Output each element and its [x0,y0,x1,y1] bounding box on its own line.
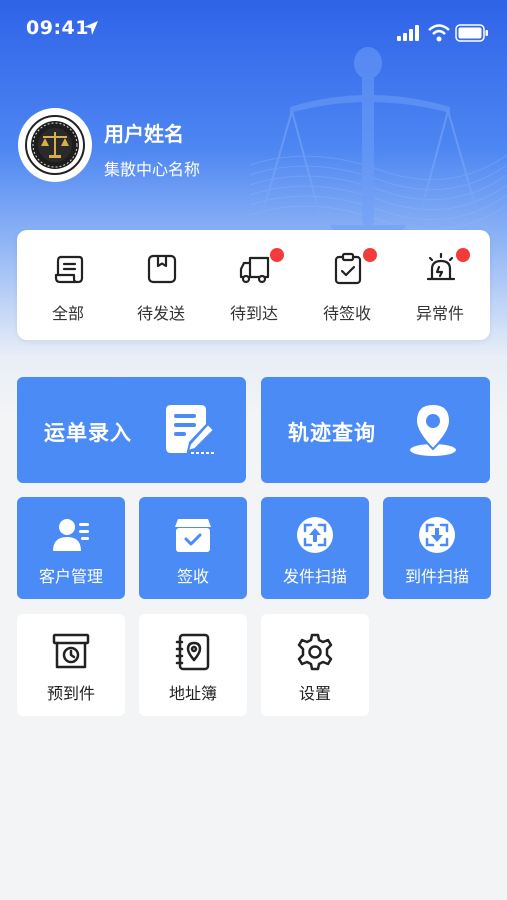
customer-icon [53,519,89,551]
tile-label: 发件扫描 [282,567,347,586]
status-time: 09:41 [26,17,89,39]
law-badge-icon [25,115,85,175]
header-background [0,0,507,420]
battery-icon [455,24,488,42]
status-tab-label: 全部 [51,304,84,323]
address-book-button[interactable]: 地址簿 [139,614,247,716]
gear-icon [297,633,333,671]
status-tab-all[interactable]: 全部 [21,230,115,340]
tile-label: 签收 [176,567,209,586]
send-scan-button[interactable]: 发件扫描 [261,497,369,599]
waybill-entry-button[interactable]: 运单录入 [17,377,246,483]
location-arrow-icon [84,21,98,35]
notification-badge [270,248,284,262]
user-name: 用户姓名 [104,122,184,146]
box-icon [147,254,177,284]
scan-down-icon [419,517,455,553]
wifi-icon [428,24,450,42]
status-tab-label: 异常件 [415,304,464,323]
alarm-icon [426,252,456,281]
tile-label: 预到件 [46,684,95,703]
package-check-icon [175,519,211,552]
waybill-entry-label: 运单录入 [44,421,132,445]
center-name: 集散中心名称 [104,160,201,179]
order-status-card: 全部 待发送 待到达 待签收 异常件 [17,230,490,340]
notification-badge [363,248,377,262]
status-tab-label: 待发送 [136,304,185,323]
cellular-signal-icon [397,25,419,41]
sign-button[interactable]: 签收 [139,497,247,599]
track-query-label: 轨迹查询 [288,421,376,445]
status-bar: 09:41 [0,0,507,60]
tile-label: 客户管理 [38,567,103,586]
tile-label: 到件扫描 [404,567,469,586]
pre-arrival-button[interactable]: 预到件 [17,614,125,716]
pre-arrival-icon [52,633,90,669]
customer-management-button[interactable]: 客户管理 [17,497,125,599]
edit-document-icon [166,405,216,454]
notification-badge [456,248,470,262]
truck-icon [239,256,270,284]
location-pin-icon [410,402,456,456]
address-book-icon [175,633,210,671]
justice-scale-illustration [250,47,507,241]
status-tab-to-sign[interactable]: 待签收 [300,230,394,340]
scroll-icon [54,255,84,284]
status-tab-label: 待签收 [322,304,371,323]
status-tab-to-send[interactable]: 待发送 [114,230,208,340]
tile-label: 设置 [298,684,331,703]
status-tab-label: 待到达 [229,304,278,323]
tile-label: 地址簿 [168,684,217,703]
avatar[interactable] [18,108,92,182]
track-query-button[interactable]: 轨迹查询 [261,377,490,483]
settings-button[interactable]: 设置 [261,614,369,716]
status-tab-to-arrive[interactable]: 待到达 [207,230,301,340]
clipboard-check-icon [334,252,362,285]
scan-up-icon [297,517,333,553]
arrival-scan-button[interactable]: 到件扫描 [383,497,491,599]
status-tab-exception[interactable]: 异常件 [393,230,487,340]
